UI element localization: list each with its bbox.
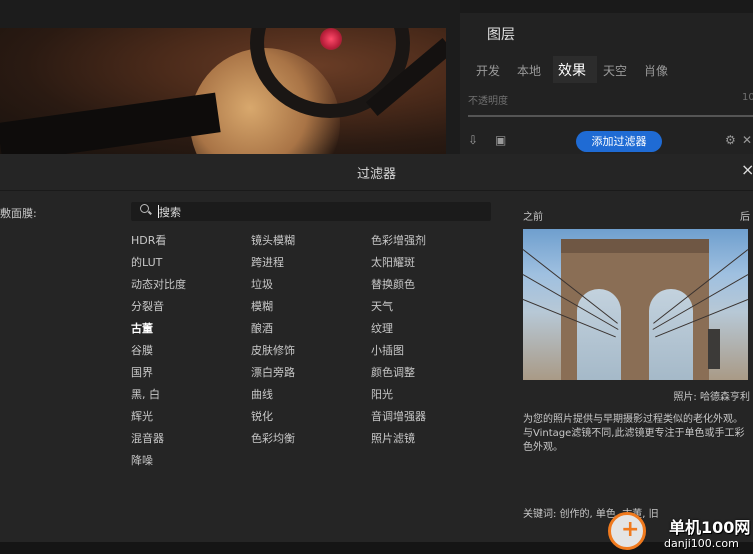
canvas-top-bar xyxy=(0,0,460,28)
filter-list-item[interactable]: 颜色调整 xyxy=(371,362,426,384)
import-icon[interactable]: ⇩ xyxy=(468,133,478,147)
add-filter-button[interactable]: 添加过滤器 xyxy=(576,131,662,152)
filter-list-item[interactable]: 跨进程 xyxy=(251,252,295,274)
preview-light xyxy=(320,28,342,50)
filter-list-item[interactable]: 锐化 xyxy=(251,406,295,428)
layers-title: 图层 xyxy=(487,27,515,43)
filter-list-item[interactable]: 垃圾 xyxy=(251,274,295,296)
filter-list-item[interactable]: 降噪 xyxy=(131,450,186,472)
opacity-label: 不透明度 xyxy=(468,96,508,107)
layers-panel: 图层 开发 本地 效果 天空 肖像 不透明度 10 ⇩ ▣ 添加过滤器 ⚙ ✕ xyxy=(460,0,753,154)
filter-list-item[interactable]: 漂白旁路 xyxy=(251,362,295,384)
opacity-slider[interactable] xyxy=(468,115,753,117)
filter-list-item[interactable]: 分裂音 xyxy=(131,296,186,318)
bridge-lamp xyxy=(708,329,720,369)
photo-credit: 照片: 哈德森亨利 xyxy=(673,392,750,403)
filter-list-item[interactable]: 皮肤修饰 xyxy=(251,340,295,362)
tab-sky[interactable]: 天空 xyxy=(603,60,635,86)
filter-list-item[interactable]: 模糊 xyxy=(251,296,295,318)
layers-panel-header xyxy=(460,0,753,13)
after-label: 后 xyxy=(740,212,750,223)
search-box xyxy=(131,202,491,221)
filter-list-item[interactable]: 古董 xyxy=(131,318,186,340)
filter-list-item[interactable]: 天气 xyxy=(371,296,426,318)
filter-list-item[interactable]: 黑, 白 xyxy=(131,384,186,406)
filter-list-item[interactable]: 小插图 xyxy=(371,340,426,362)
filter-column-3: 色彩增强剂 太阳耀斑 替换颜色 天气 纹理 小插图 颜色调整 阳光 音调增强器 照片滤镜 xyxy=(371,230,426,450)
tab-portrait[interactable]: 肖像 xyxy=(644,60,676,86)
filter-list-item[interactable]: 谷膜 xyxy=(131,340,186,362)
watermark-logo-icon xyxy=(608,512,646,550)
filter-list-item[interactable]: 太阳耀斑 xyxy=(371,252,426,274)
image-preview xyxy=(0,28,446,154)
text-caret xyxy=(158,205,159,218)
tab-local[interactable]: 本地 xyxy=(517,60,549,86)
filter-list-item[interactable]: 色彩增强剂 xyxy=(371,230,426,252)
dialog-title: 过滤器 xyxy=(356,167,396,182)
filter-sample-image[interactable] xyxy=(523,229,748,380)
close-icon[interactable]: × xyxy=(741,160,753,179)
filter-list-item[interactable]: 曲线 xyxy=(251,384,295,406)
apply-mask-label: 敷面膜: xyxy=(0,207,37,220)
before-label: 之前 xyxy=(523,212,543,223)
filter-list-item[interactable]: HDR看 xyxy=(131,230,186,252)
filter-list-item[interactable]: 酿酒 xyxy=(251,318,295,340)
filter-list-item[interactable]: 阳光 xyxy=(371,384,426,406)
filters-dialog: 过滤器 × 敷面膜: HDR看的LUT动态对比度分裂音古董谷膜国界黑, 白辉光混… xyxy=(0,154,753,542)
layers-tabs: 开发 本地 效果 天空 肖像 xyxy=(476,60,685,86)
watermark-title: 单机100网 xyxy=(669,518,751,537)
filter-list-item[interactable]: 音调增强器 xyxy=(371,406,426,428)
filter-list-item[interactable]: 色彩均衡 xyxy=(251,428,295,450)
filter-list-item[interactable]: 替换颜色 xyxy=(371,274,426,296)
filter-list-item[interactable]: 镜头模糊 xyxy=(251,230,295,252)
gear-icon[interactable]: ⚙ xyxy=(725,133,736,147)
filter-column-1: HDR看 的LUT 动态对比度 分裂音 古董 谷膜 国界 黑, 白辉光 混音器 降噪 xyxy=(131,230,186,472)
filter-list-item[interactable]: 的LUT xyxy=(131,252,186,274)
filter-list-item[interactable]: 照片滤镜 xyxy=(371,428,426,450)
search-input[interactable] xyxy=(159,203,479,220)
close-layer-icon[interactable]: ✕ xyxy=(742,133,752,147)
tab-effects[interactable]: 效果 xyxy=(558,58,594,86)
bridge-arch-left xyxy=(577,289,621,380)
filter-list-item[interactable]: 纹理 xyxy=(371,318,426,340)
filter-list-item[interactable]: 混音器 xyxy=(131,428,186,450)
preview-rod xyxy=(0,92,221,154)
dialog-divider xyxy=(0,190,753,191)
filter-list-item[interactable]: 动态对比度 xyxy=(131,274,186,296)
filter-description: 为您的照片提供与早期摄影过程类似的老化外观。与Vintage滤镜不同,此滤镜更专… xyxy=(523,414,745,453)
camera-icon[interactable]: ▣ xyxy=(495,133,506,147)
filter-column-2: 镜头模糊 跨进程 垃圾 模糊 酿酒 皮肤修饰 漂白旁路 曲线 锐化 色彩均衡 xyxy=(251,230,295,450)
watermark-url: danji100.com xyxy=(664,537,739,550)
bridge-arch-right xyxy=(649,289,693,380)
tab-develop[interactable]: 开发 xyxy=(476,60,508,86)
filter-list-item[interactable]: 辉光 xyxy=(131,406,186,428)
search-icon xyxy=(140,204,152,216)
site-watermark: 单机100网 danji100.com xyxy=(606,506,753,554)
filter-list-item[interactable]: 国界 xyxy=(131,362,186,384)
opacity-value: 10 xyxy=(742,92,753,103)
